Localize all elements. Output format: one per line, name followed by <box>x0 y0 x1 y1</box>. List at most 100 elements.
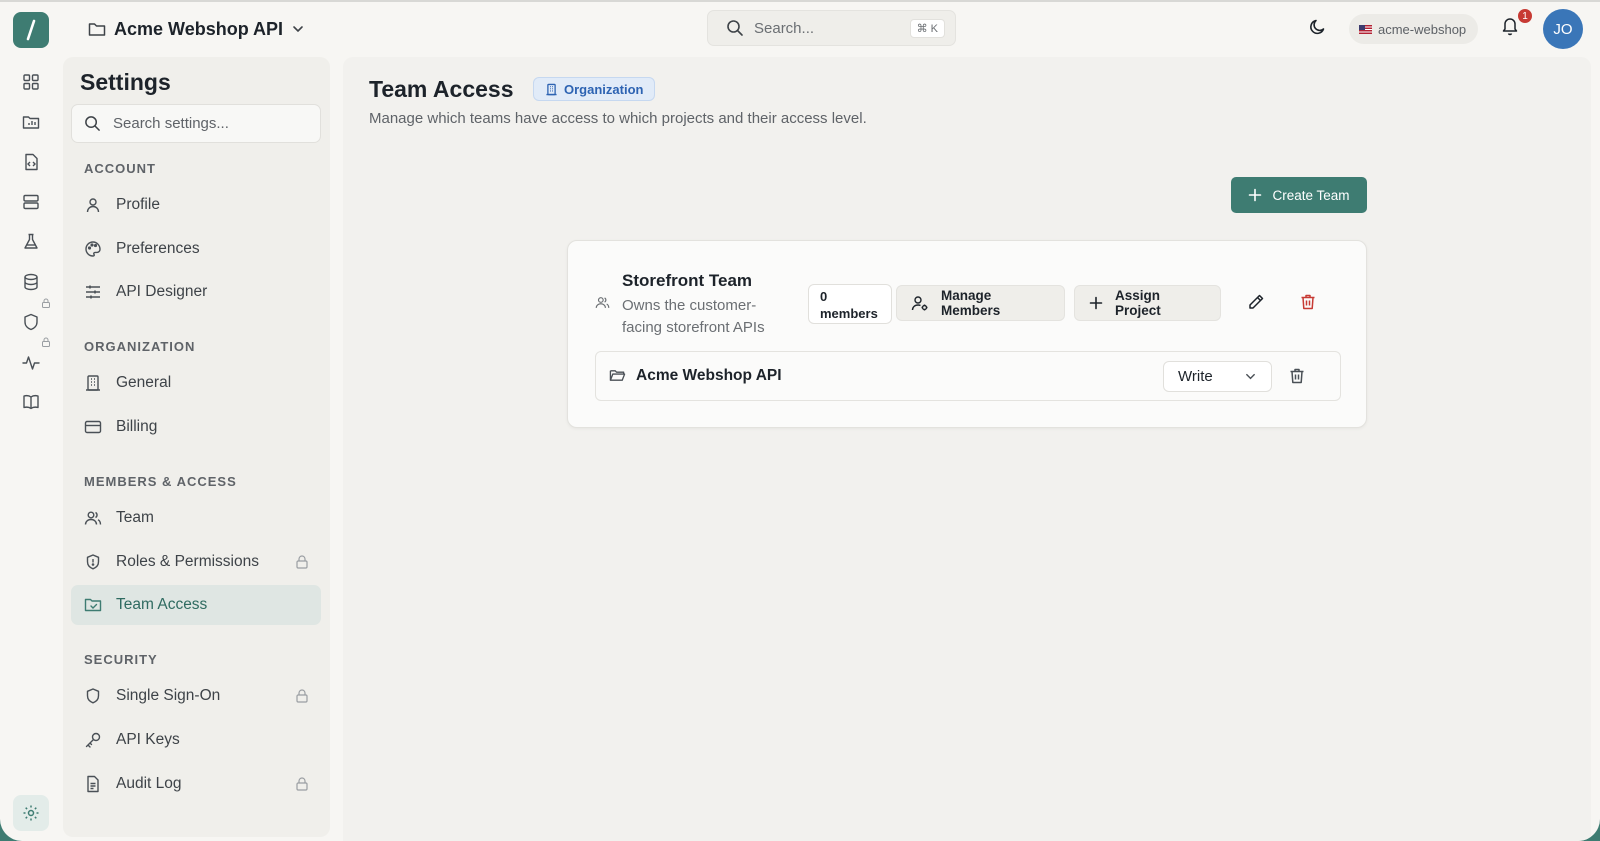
team-name: Storefront Team <box>622 271 753 290</box>
nav-item-roles-permissions[interactable]: Roles & Permissions <box>71 542 321 582</box>
nav-item-team[interactable]: Team <box>71 498 321 538</box>
chevron-down-icon <box>291 22 305 36</box>
nav-item-audit-log[interactable]: Audit Log <box>71 764 321 804</box>
main-content: Team Access Organization Manage which te… <box>343 57 1591 841</box>
projects-icon[interactable] <box>21 112 41 132</box>
access-level-select[interactable]: Write <box>1163 361 1272 392</box>
folder-check-icon <box>84 596 102 614</box>
user-cog-icon <box>911 294 929 312</box>
nav-item-general[interactable]: General <box>71 363 321 403</box>
document-icon <box>84 775 102 793</box>
nav-item-label: Audit Log <box>116 775 182 792</box>
global-search[interactable]: Search... ⌘ K <box>707 10 956 46</box>
global-search-placeholder: Search... <box>754 19 815 37</box>
nav-item-api-designer[interactable]: API Designer <box>71 272 321 312</box>
nav-item-label: Profile <box>116 196 160 213</box>
project-name: Acme Webshop API <box>636 367 782 384</box>
sliders-icon <box>84 283 102 301</box>
page-description: Manage which teams have access to which … <box>369 110 867 127</box>
activity-icon[interactable] <box>21 352 41 372</box>
folder-open-icon <box>609 367 626 384</box>
top-bar: Acme Webshop API Search... ⌘ K acme-webs… <box>0 2 1600 54</box>
create-team-button[interactable]: Create Team <box>1231 177 1367 213</box>
workspace-name: acme-webshop <box>1378 21 1467 37</box>
building-icon <box>545 83 558 96</box>
organization-badge-label: Organization <box>564 81 644 97</box>
settings-search-placeholder: Search settings... <box>113 115 229 132</box>
nav-item-label: API Keys <box>116 731 180 748</box>
page-title: Team Access <box>369 76 514 102</box>
dashboard-icon[interactable] <box>21 72 41 92</box>
nav-item-label: Single Sign-On <box>116 687 221 704</box>
palette-icon <box>84 240 102 258</box>
nav-item-label: Roles & Permissions <box>116 553 259 570</box>
section-label-organization: ORGANIZATION <box>84 339 196 354</box>
nav-item-team-access[interactable]: Team Access <box>71 585 321 625</box>
shield-icon <box>84 553 102 571</box>
avatar[interactable]: JO <box>1543 9 1583 49</box>
nav-item-api-keys[interactable]: API Keys <box>71 720 321 760</box>
settings-sidebar: Settings Search settings... ACCOUNT Prof… <box>63 57 330 837</box>
member-count: 0 <box>820 289 828 304</box>
assign-project-label: Assign Project <box>1115 288 1161 318</box>
folder-icon <box>88 21 106 37</box>
member-count-pill: 0 members <box>808 284 892 324</box>
section-label-members: MEMBERS & ACCESS <box>84 474 237 489</box>
organization-badge: Organization <box>533 77 656 101</box>
shield-icon <box>84 687 102 705</box>
search-icon <box>84 115 101 132</box>
team-description: Owns the customer-facing storefront APIs <box>622 297 765 336</box>
pencil-icon[interactable] <box>1247 293 1265 311</box>
lock-icon <box>41 298 51 308</box>
section-label-security: SECURITY <box>84 652 158 667</box>
nav-item-profile[interactable]: Profile <box>71 185 321 225</box>
nav-item-single-sign-on[interactable]: Single Sign-On <box>71 676 321 716</box>
flag-icon <box>1359 24 1372 34</box>
nav-item-label: API Designer <box>116 283 208 300</box>
flask-icon[interactable] <box>21 232 41 252</box>
manage-members-label: Manage Members <box>941 288 1001 318</box>
workspace-chip[interactable]: acme-webshop <box>1349 14 1479 44</box>
manage-members-button[interactable]: Manage Members <box>896 285 1065 321</box>
lock-icon <box>295 555 309 569</box>
moon-icon[interactable] <box>1309 18 1327 36</box>
book-icon[interactable] <box>21 392 41 412</box>
trash-icon[interactable] <box>1299 293 1317 311</box>
chevron-down-icon <box>1244 370 1257 383</box>
project-access-row: Acme Webshop API Write <box>595 351 1341 401</box>
settings-search-input[interactable]: Search settings... <box>71 104 321 143</box>
user-icon <box>84 196 102 214</box>
nav-item-label: Billing <box>116 418 158 435</box>
settings-title: Settings <box>80 69 171 95</box>
code-file-icon[interactable] <box>21 152 41 172</box>
users-icon <box>84 509 102 527</box>
access-level-value: Write <box>1178 368 1213 385</box>
nav-item-label: General <box>116 374 172 391</box>
plus-icon <box>1248 188 1262 202</box>
project-name: Acme Webshop API <box>114 18 284 39</box>
database-icon[interactable] <box>21 272 41 292</box>
lock-icon <box>41 337 51 347</box>
project-switcher[interactable]: Acme Webshop API <box>88 16 305 42</box>
search-icon <box>726 19 744 37</box>
settings-rail-button[interactable] <box>13 795 49 831</box>
key-icon <box>84 731 102 749</box>
credit-card-icon <box>84 418 102 436</box>
server-icon[interactable] <box>21 192 41 212</box>
section-label-account: ACCOUNT <box>84 161 156 176</box>
shield-icon[interactable] <box>21 312 41 332</box>
trash-icon[interactable] <box>1288 367 1306 385</box>
nav-item-billing[interactable]: Billing <box>71 407 321 447</box>
notification-badge: 1 <box>1516 7 1534 25</box>
nav-item-preferences[interactable]: Preferences <box>71 229 321 269</box>
plus-icon <box>1089 296 1103 310</box>
search-shortcut: ⌘ K <box>909 18 945 38</box>
app-window: Acme Webshop API Search... ⌘ K acme-webs… <box>0 0 1600 841</box>
app-logo[interactable] <box>13 12 49 48</box>
nav-item-label: Team Access <box>116 596 208 613</box>
nav-item-label: Preferences <box>116 240 200 257</box>
member-count-label: members <box>820 306 878 321</box>
building-icon <box>84 374 102 392</box>
gear-icon <box>22 804 40 822</box>
assign-project-button[interactable]: Assign Project <box>1074 285 1221 321</box>
